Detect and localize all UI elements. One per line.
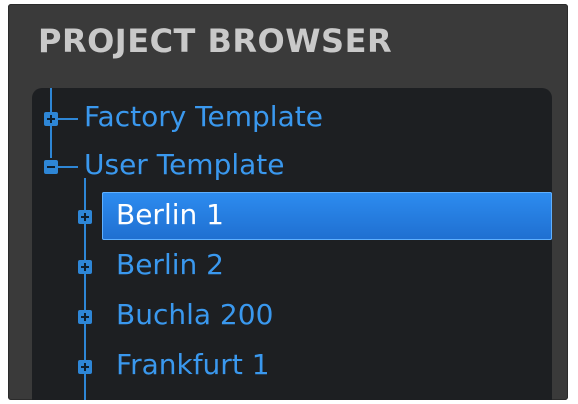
- tree-item-label: Berlin 2: [116, 248, 224, 281]
- expand-icon[interactable]: [78, 260, 92, 274]
- tree-item-berlin-2[interactable]: Berlin 2: [32, 244, 552, 288]
- tree-item-label: User Template: [84, 148, 285, 181]
- tree-item-buchla-200[interactable]: Buchla 200: [32, 294, 552, 338]
- expand-icon[interactable]: [78, 360, 92, 374]
- tree-item-factory-template[interactable]: Factory Template: [32, 96, 552, 140]
- tree-item-label: Factory Template: [84, 100, 323, 133]
- project-browser-panel: PROJECT BROWSER Factory Template User Te…: [8, 4, 568, 400]
- panel-title: PROJECT BROWSER: [38, 22, 393, 60]
- expand-icon[interactable]: [44, 112, 58, 126]
- expand-icon[interactable]: [78, 210, 92, 224]
- tree-item-frankfurt-1[interactable]: Frankfurt 1: [32, 344, 552, 388]
- collapse-icon[interactable]: [44, 160, 58, 174]
- tree-item-user-template[interactable]: User Template: [32, 144, 552, 188]
- tree-item-berlin-1[interactable]: Berlin 1: [32, 194, 552, 238]
- expand-icon[interactable]: [78, 310, 92, 324]
- tree-item-label: Buchla 200: [116, 298, 274, 331]
- project-tree: Factory Template User Template Berlin 1 …: [32, 88, 552, 400]
- tree-item-label: Berlin 1: [116, 198, 224, 231]
- tree-item-label: Frankfurt 1: [116, 348, 270, 381]
